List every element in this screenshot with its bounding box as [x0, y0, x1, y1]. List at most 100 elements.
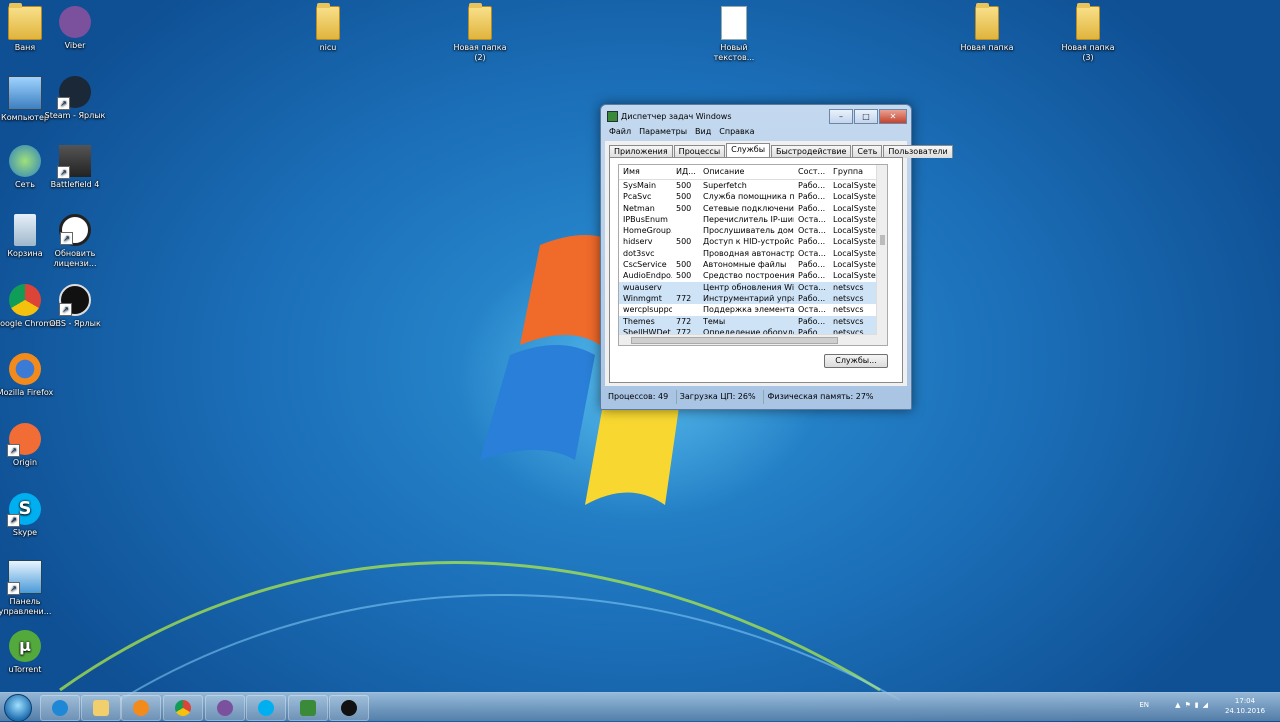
internet-explorer-icon	[52, 700, 68, 716]
service-state: Рабо...	[798, 203, 826, 213]
start-button[interactable]	[4, 694, 32, 722]
desktop-icon-nicu-folder[interactable]: nicu	[296, 3, 360, 53]
desktop-icon-control-panel[interactable]: Панель управлени...	[0, 560, 57, 617]
table-row[interactable]: wuauservЦентр обновления Win...Оста...ne…	[619, 281, 887, 293]
folder-icon	[316, 3, 340, 40]
menu-file[interactable]: Файл	[605, 126, 635, 137]
maximize-button[interactable]: □	[854, 109, 878, 124]
services-button[interactable]: Службы...	[824, 354, 888, 368]
service-name: hidserv	[623, 237, 653, 247]
table-row[interactable]: PcaSvc500Служба помощника по ...Рабо...L…	[619, 191, 887, 202]
taskbar-viber[interactable]	[205, 695, 245, 721]
column-header-state[interactable]: Сост...	[794, 165, 829, 179]
taskbar-task-manager[interactable]	[288, 695, 328, 721]
desktop-icon-new-folder-3[interactable]: Новая папка (3)	[1056, 3, 1120, 63]
chrome-icon	[9, 284, 41, 316]
service-pid	[672, 304, 699, 315]
clock[interactable]: 17:04 24.10.2016	[1220, 696, 1270, 716]
language-indicator[interactable]: EN	[1139, 701, 1149, 709]
tab-services[interactable]: Службы	[726, 143, 771, 158]
table-row[interactable]: HomeGroup... Прослушиватель дома... Оста..…	[619, 225, 887, 236]
folder-icon	[1076, 3, 1100, 40]
menu-view[interactable]: Вид	[691, 126, 715, 137]
clock-time: 17:04	[1234, 697, 1256, 705]
table-row[interactable]: AudioEndpo... 500 Средство построения ... Р…	[619, 270, 887, 281]
desktop-icon-viber[interactable]: Viber	[43, 6, 107, 51]
service-state: Рабо...	[798, 237, 826, 247]
task-manager-window[interactable]: Диспетчер задач Windows – □ ✕ Файл Парам…	[600, 104, 953, 410]
vertical-scrollbar[interactable]	[876, 165, 887, 345]
table-row[interactable]: Themes 772 Темы Рабо... netsvcs	[619, 315, 887, 327]
scroll-thumb[interactable]	[880, 235, 885, 245]
list-header: Имя ИД... Описание Сост... Группа	[619, 165, 887, 180]
folder-icon	[468, 3, 492, 40]
scroll-thumb[interactable]	[631, 337, 838, 344]
menu-bar: Файл Параметры Вид Справка	[605, 126, 759, 137]
desktop-icon-new-folder[interactable]: Новая папка	[955, 3, 1019, 53]
recycle-bin-icon	[14, 214, 36, 246]
service-name: wuauserv	[623, 282, 662, 292]
service-name: Themes	[623, 316, 655, 326]
column-header-description[interactable]: Описание	[699, 165, 794, 179]
service-state: Рабо...	[798, 192, 826, 202]
service-name: SysMain	[623, 181, 657, 190]
tray-icons[interactable]: ▲⚑▮◢	[1175, 701, 1212, 709]
taskbar-skype[interactable]	[246, 695, 286, 721]
obs-icon	[59, 284, 91, 316]
taskbar-chrome[interactable]	[163, 695, 203, 721]
obs-icon	[341, 700, 357, 716]
table-row[interactable]: hidserv 500 Доступ к HID-устройст... Рабо..…	[619, 236, 887, 247]
service-state: Оста...	[798, 248, 826, 258]
desktop-icon-skype[interactable]: S Skype	[0, 493, 57, 538]
desktop-icon-update-license[interactable]: Обновить лицензи...	[43, 214, 107, 269]
skype-icon: S	[7, 493, 41, 527]
table-row[interactable]: IPBusEnumПеречислитель IP-шин...Оста...L…	[619, 214, 887, 225]
taskbar-obs[interactable]	[329, 695, 369, 721]
taskbar-internet-explorer[interactable]	[40, 695, 80, 721]
desktop-icon-firefox[interactable]: Mozilla Firefox	[0, 353, 57, 398]
table-row[interactable]: CscService 500 Автономные файлы Рабо... Loca…	[619, 259, 887, 270]
table-row[interactable]: Netman 500 Сетевые подключения Рабо... Local…	[619, 203, 887, 214]
service-description: Перечислитель IP-шин...	[703, 214, 794, 224]
close-button[interactable]: ✕	[879, 109, 907, 124]
service-state: Оста...	[798, 282, 826, 292]
service-pid	[672, 214, 699, 225]
service-state: Оста...	[798, 214, 826, 224]
horizontal-scrollbar[interactable]	[619, 334, 877, 345]
service-description: Автономные файлы	[703, 260, 787, 270]
column-header-name[interactable]: Имя	[619, 165, 672, 179]
task-manager-icon	[300, 700, 316, 716]
task-manager-icon	[607, 111, 618, 122]
desktop-icon-steam[interactable]: Steam - Ярлык	[43, 76, 107, 121]
table-row[interactable]: SysMain 500 Superfetch Рабо... LocalSystemN	[619, 180, 887, 191]
desktop-icon-utorrent[interactable]: µ uTorrent	[0, 630, 57, 675]
service-name: dot3svc	[623, 248, 655, 258]
desktop-icon-obs[interactable]: OBS - Ярлык	[43, 284, 107, 329]
desktop-icon-new-text-file[interactable]: Новый текстов...	[702, 6, 766, 63]
services-list[interactable]: Имя ИД... Описание Сост... Группа SysMai…	[618, 164, 888, 346]
desktop-icon-origin[interactable]: Origin	[0, 423, 57, 468]
menu-options[interactable]: Параметры	[635, 126, 691, 137]
taskbar-media-player[interactable]	[121, 695, 161, 721]
desktop-icon-new-folder-2[interactable]: Новая папка (2)	[448, 3, 512, 63]
table-row[interactable]: wercplsupport Поддержка элемента ... Оста.…	[619, 304, 887, 315]
minimize-button[interactable]: –	[829, 109, 853, 124]
computer-icon	[8, 76, 42, 110]
service-description: Superfetch	[703, 181, 747, 190]
table-row[interactable]: dot3svc Проводная автонастр... Оста... Loca…	[619, 248, 887, 259]
services-panel: Имя ИД... Описание Сост... Группа SysMai…	[609, 157, 903, 383]
window-client: Приложения Процессы Службы Быстродействи…	[605, 141, 953, 386]
service-state: Оста...	[798, 305, 826, 315]
service-state: Оста...	[798, 226, 826, 236]
column-header-pid[interactable]: ИД...	[672, 165, 699, 179]
service-description: Темы	[703, 316, 726, 326]
status-cpu: Загрузка ЦП: 26%	[677, 390, 765, 404]
service-name: Netman	[623, 203, 655, 213]
text-file-icon	[721, 6, 747, 40]
taskbar-explorer[interactable]	[81, 695, 121, 721]
menu-help[interactable]: Справка	[715, 126, 758, 137]
table-row[interactable]: Winmgmt 772 Инструментарий управ... Рабо...…	[619, 292, 887, 305]
service-pid: 772	[676, 293, 692, 303]
service-state: Рабо...	[798, 181, 826, 190]
desktop-icon-battlefield4[interactable]: Battlefield 4	[43, 145, 107, 190]
